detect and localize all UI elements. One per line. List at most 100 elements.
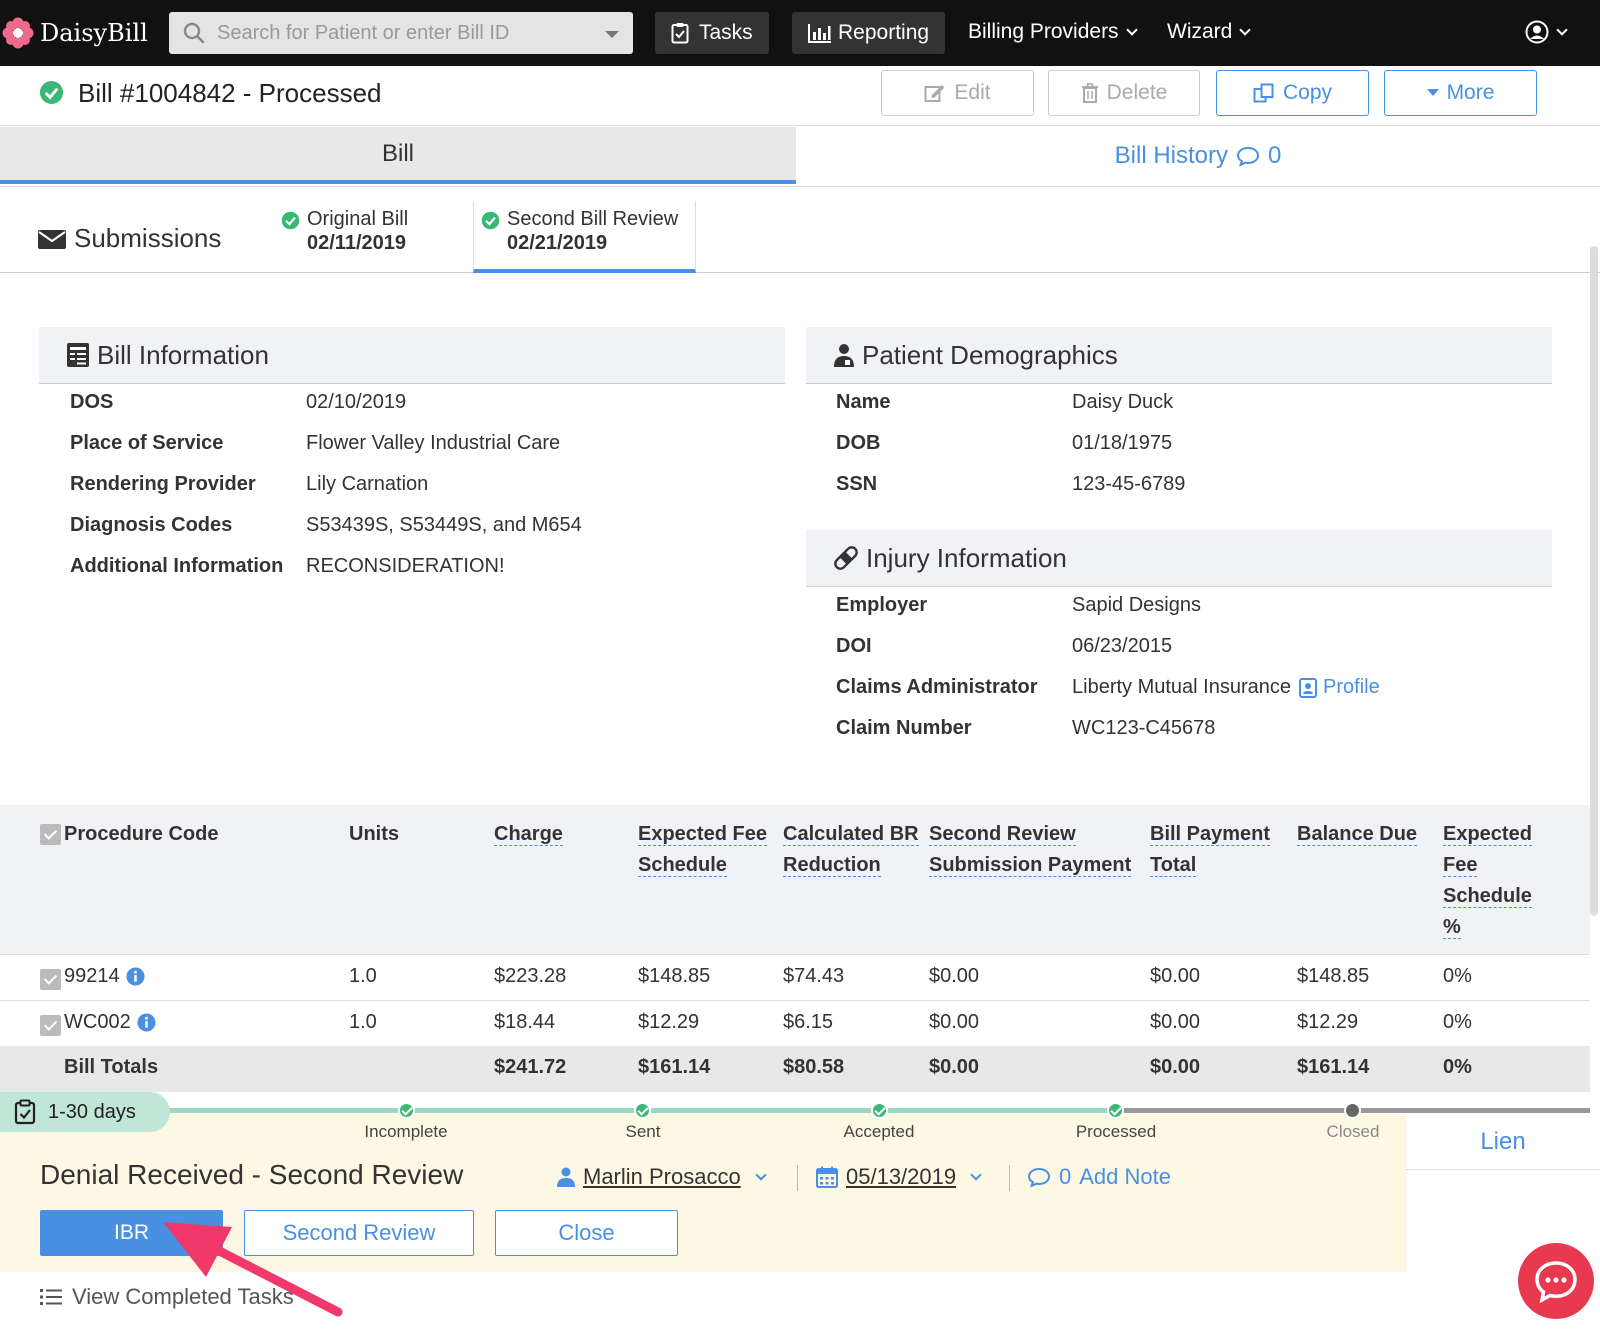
step-label: Sent [625,1122,661,1141]
close-button[interactable]: Close [495,1210,678,1256]
assignee-dropdown[interactable]: Marlin Prosacco [557,1164,767,1190]
header-text: Expected [1443,823,1532,846]
envelope-icon [38,228,66,250]
due-date: 05/13/2019 [846,1164,957,1189]
clipboard-check-icon [671,22,689,44]
field-label: Rendering Provider [70,473,256,495]
view-completed-tasks-label: View Completed Tasks [72,1284,294,1309]
total-expected-fee: $161.14 [638,1056,711,1078]
injury-information-heading: Injury Information [806,530,1552,587]
column-header-procedure-code: Procedure Code [64,823,219,845]
second-review-payment-cell: $0.00 [929,1011,980,1033]
view-completed-tasks-link[interactable]: View Completed Tasks [40,1284,294,1310]
field-label: Claims Administrator [836,676,1038,698]
column-header-second-review-payment[interactable]: Second Review Submission Payment [929,819,1132,881]
row-checkbox[interactable] [40,1015,61,1036]
tab-lien[interactable]: Lien [1406,1114,1600,1170]
search-icon [183,22,205,44]
field-label: Name [836,391,891,413]
balance-due-cell: $12.29 [1297,1011,1359,1033]
info-icon[interactable] [126,967,145,986]
column-header-charge[interactable]: Charge [494,819,563,850]
edit-button[interactable]: Edit [881,70,1034,116]
search-input[interactable] [217,21,587,45]
note-count: 0 [1059,1164,1072,1189]
chat-bubble-icon [1534,1259,1578,1303]
field-value: 06/23/2015 [1072,635,1173,657]
patient-demographics-heading: Patient Demographics [806,327,1552,384]
header-text: Balance Due [1297,823,1418,846]
search-dropdown-caret-icon[interactable] [605,31,619,38]
column-header-balance-due[interactable]: Balance Due [1297,819,1418,850]
charge-cell: $18.44 [494,1011,556,1033]
submissions-bar: Submissions Original Bill 02/11/2019 Sec… [0,201,1600,273]
second-review-button[interactable]: Second Review [244,1210,474,1256]
submission-second-bill-review[interactable]: Second Bill Review 02/21/2019 [481,207,678,255]
more-label: More [1446,81,1495,104]
check-circle-icon [281,211,300,230]
total-charge: $241.72 [494,1056,567,1078]
header-text: Expected Fee [638,823,767,846]
reporting-button[interactable]: Reporting [792,12,946,54]
history-count: 0 [1267,141,1282,169]
reporting-label: Reporting [838,21,930,44]
edit-label: Edit [954,81,991,104]
delete-label: Delete [1106,81,1168,104]
ibr-button[interactable]: IBR [40,1210,223,1256]
row-checkbox[interactable] [40,969,61,990]
delete-button[interactable]: Delete [1048,70,1200,116]
due-date-dropdown[interactable]: 05/13/2019 [816,1164,982,1190]
total-expected-fee-percent: 0% [1443,1056,1472,1078]
column-header-expected-fee-schedule-percent[interactable]: Expected Fee Schedule% [1443,819,1532,943]
page-title: Bill #1004842 - Processed [78,78,382,108]
info-icon[interactable] [137,1013,156,1032]
page-scrollbar[interactable] [1590,246,1598,916]
user-circle-icon [1525,20,1549,44]
header-text: Total [1150,854,1197,877]
column-header-units: Units [349,823,399,845]
search-box[interactable] [169,12,633,54]
copy-button[interactable]: Copy [1216,70,1369,116]
column-header-expected-fee-schedule[interactable]: Expected Fee Schedule [638,819,767,881]
header-text: Fee [1443,854,1478,877]
chat-widget-button[interactable] [1518,1243,1594,1319]
comment-icon [1027,1167,1051,1187]
edit-icon [924,83,946,103]
header-text: Schedule [638,854,727,877]
column-header-bill-payment-total[interactable]: Bill Payment Total [1150,819,1271,881]
submission-original-bill[interactable]: Original Bill 02/11/2019 [281,207,408,255]
procedure-code-cell: 99214 [64,965,145,988]
tasks-label: Tasks [699,21,753,44]
table-row: 99214 1.0 $223.28 $148.85 $74.43 $0.00 $… [0,955,1590,1001]
header-text: Schedule [1443,885,1532,908]
procedure-table-header: Procedure Code Units Charge Expected Fee… [0,805,1590,955]
step-label: Processed [1075,1122,1157,1141]
wizard-menu[interactable]: Wizard [1167,20,1252,44]
profile-link-label: Profile [1323,676,1380,698]
assignee-name: Marlin Prosacco [583,1164,741,1189]
step-label: Accepted [843,1122,915,1141]
expected-fee-cell: $12.29 [638,1011,700,1033]
tasks-button[interactable]: Tasks [655,12,769,54]
field-value: Lily Carnation [306,473,429,495]
user-menu[interactable] [1525,20,1568,44]
add-note-link[interactable]: 0 Add Note [1027,1164,1171,1190]
tab-bill[interactable]: Bill [0,127,796,184]
bill-totals-row: Bill Totals $241.72 $161.14 $80.58 $0.00… [0,1046,1590,1092]
total-second-review-payment: $0.00 [929,1056,980,1078]
procedure-code: 99214 [64,965,120,987]
profile-link[interactable]: Profile [1299,676,1380,699]
patient-demographics-title: Patient Demographics [862,339,1118,370]
brand-logo[interactable]: DaisyBill [2,0,148,66]
patient-demographics-panel: Patient Demographics Name Daisy Duck DOB… [806,327,1552,508]
field-label: DOB [836,432,881,454]
claims-administrator-value: Liberty Mutual Insurance Profile [1072,676,1380,699]
column-header-calculated-br-reduction[interactable]: Calculated BR Reduction [783,819,919,881]
tab-bill-history[interactable]: Bill History 0 [796,127,1600,184]
more-button[interactable]: More [1384,70,1537,116]
billing-providers-menu[interactable]: Billing Providers [968,20,1138,44]
expected-fee-percent-cell: 0% [1443,965,1472,987]
contact-card-icon [1299,677,1318,698]
procedure-code: WC002 [64,1011,131,1033]
select-all-checkbox[interactable] [40,824,61,845]
